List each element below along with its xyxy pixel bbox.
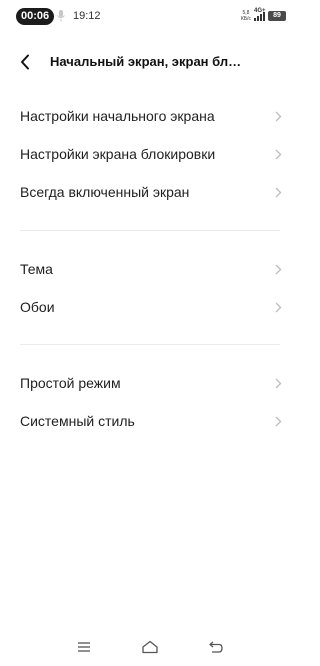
status-bar: 00:06 19:12 5,8 КБ/с 4G+ 89 — [0, 0, 300, 34]
page-title: Начальный экран, экран бл… — [50, 54, 242, 69]
menu-icon — [78, 642, 90, 652]
section-divider — [20, 344, 280, 345]
setting-system-style[interactable]: Системный стиль — [0, 402, 300, 440]
navigation-bar — [0, 628, 300, 666]
chevron-right-icon — [275, 416, 282, 426]
home-button[interactable] — [137, 634, 163, 660]
system-back-button[interactable] — [203, 634, 229, 660]
microphone-icon — [57, 10, 65, 22]
chevron-right-icon — [275, 111, 282, 121]
setting-label: Обои — [20, 299, 55, 315]
return-icon — [209, 641, 223, 653]
battery-level: 89 — [273, 12, 281, 19]
setting-label: Всегда включенный экран — [20, 184, 190, 200]
setting-label: Системный стиль — [20, 413, 135, 429]
chevron-right-icon — [275, 149, 282, 159]
battery-icon: 89 — [268, 11, 286, 21]
network-speed-unit: КБ/с — [240, 16, 251, 22]
home-icon — [142, 640, 158, 654]
app-header: Начальный экран, экран бл… — [0, 44, 300, 80]
chevron-right-icon — [275, 378, 282, 388]
settings-group-appearance: Тема Обои — [0, 250, 300, 326]
setting-label: Простой режим — [20, 375, 121, 391]
chevron-right-icon — [275, 302, 282, 312]
setting-home-screen[interactable]: Настройки начального экрана — [0, 97, 300, 135]
status-indicators: 5,8 КБ/с 4G+ 89 — [241, 8, 286, 24]
settings-group-modes: Простой режим Системный стиль — [0, 364, 300, 440]
setting-simple-mode[interactable]: Простой режим — [0, 364, 300, 402]
recording-time: 00:06 — [21, 10, 50, 22]
back-button[interactable] — [14, 51, 36, 73]
setting-theme[interactable]: Тема — [0, 250, 300, 288]
menu-button[interactable] — [71, 634, 97, 660]
setting-always-on-display[interactable]: Всегда включенный экран — [0, 173, 300, 211]
screen-recording-indicator[interactable]: 00:06 — [16, 8, 55, 25]
status-clock: 19:12 — [73, 10, 101, 22]
setting-wallpaper[interactable]: Обои — [0, 288, 300, 326]
setting-label: Тема — [20, 261, 53, 277]
chevron-left-icon — [21, 54, 29, 70]
setting-label: Настройки начального экрана — [20, 108, 215, 124]
network-speed: 5,8 КБ/с — [241, 10, 251, 22]
chevron-right-icon — [275, 187, 282, 197]
settings-group-screens: Настройки начального экрана Настройки эк… — [0, 97, 300, 211]
network-type: 4G+ — [254, 8, 266, 14]
setting-label: Настройки экрана блокировки — [20, 146, 216, 162]
chevron-right-icon — [275, 264, 282, 274]
setting-lock-screen[interactable]: Настройки экрана блокировки — [0, 135, 300, 173]
section-divider — [20, 230, 280, 231]
signal-icon: 4G+ — [254, 8, 266, 21]
